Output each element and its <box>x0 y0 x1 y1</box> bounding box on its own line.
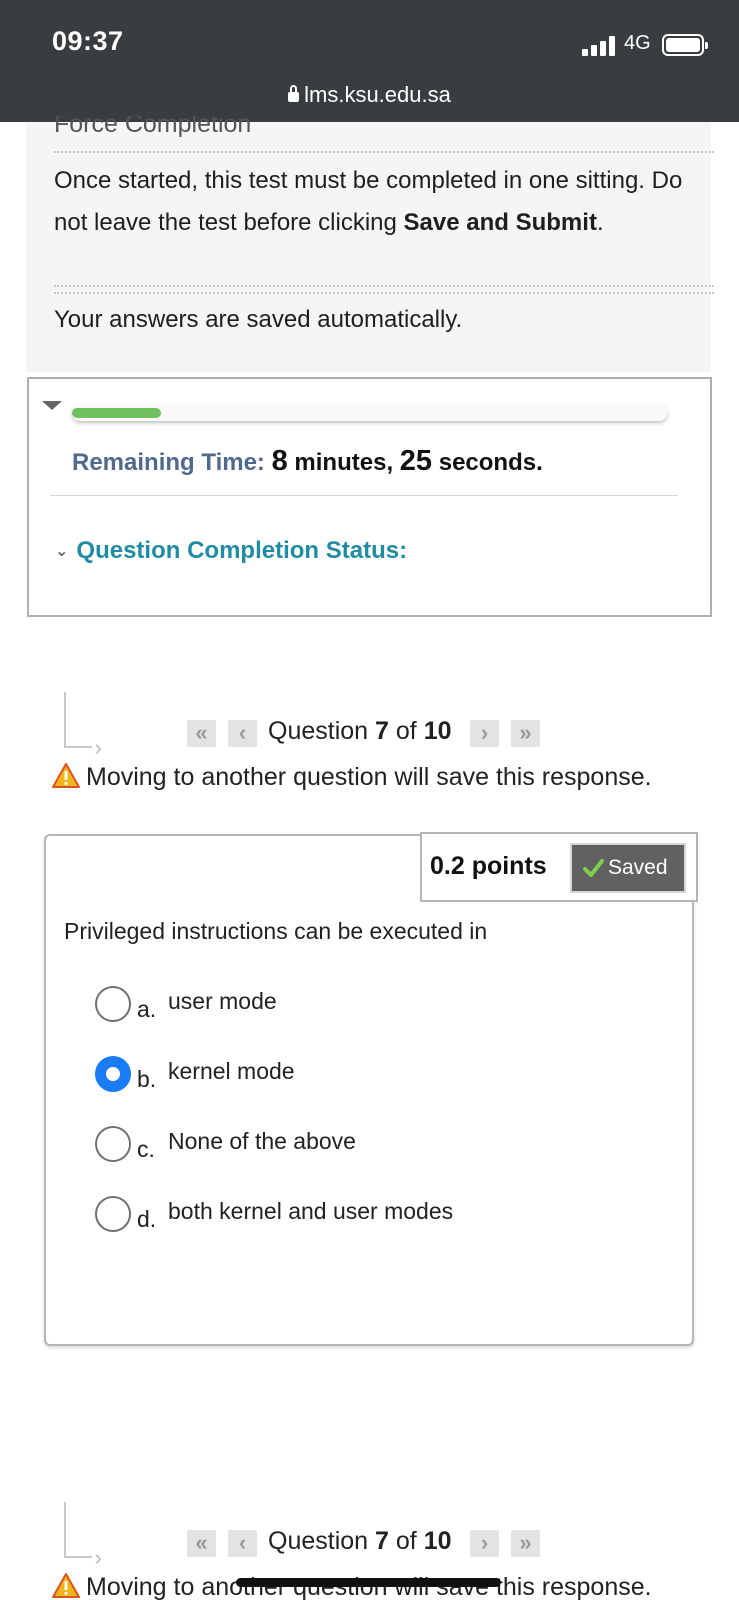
home-indicator[interactable] <box>236 1578 501 1587</box>
corner-arrow-icon <box>64 692 102 761</box>
time-progress-bar <box>72 405 667 421</box>
auto-save-note: Your answers are saved automatically. <box>54 306 463 333</box>
clock: 09:37 <box>52 26 124 56</box>
option-label[interactable]: both kernel and user modes <box>168 1198 453 1225</box>
option-letter: b. <box>137 1066 157 1092</box>
option-letter: a. <box>137 996 157 1022</box>
collapse-triangle-icon[interactable] <box>42 401 62 410</box>
next-question-button[interactable]: › <box>470 1530 499 1557</box>
status-bar: 09:37 4G lms.ksu.edu.sa <box>0 0 739 122</box>
answer-option-b[interactable]: b. kernel mode <box>95 1056 595 1096</box>
url-text: lms.ksu.edu.sa <box>304 82 451 107</box>
option-label[interactable]: user mode <box>168 988 277 1015</box>
time-progress-fill <box>72 408 162 418</box>
first-question-button[interactable]: « <box>187 720 216 747</box>
instructions-panel: Force Completion Once started, this test… <box>26 116 714 372</box>
previous-question-button[interactable]: ‹ <box>228 1530 257 1557</box>
question-nav-top: « ‹ Question 7 of 10 › » <box>0 692 739 761</box>
question-counter: Question 7 of 10 <box>268 1527 452 1555</box>
option-label[interactable]: kernel mode <box>168 1058 295 1085</box>
divider <box>54 292 714 294</box>
corner-arrow-icon <box>64 1502 102 1571</box>
warning-icon <box>52 763 80 788</box>
last-question-button[interactable]: » <box>511 720 540 747</box>
saved-badge: Saved <box>570 843 686 893</box>
last-question-button[interactable]: » <box>511 1530 540 1557</box>
radio-button[interactable] <box>95 986 131 1022</box>
option-letter: c. <box>137 1136 155 1162</box>
answer-option-d[interactable]: d. both kernel and user modes <box>95 1196 595 1236</box>
question-nav-bottom: « ‹ Question 7 of 10 › » <box>0 1502 739 1571</box>
next-question-button[interactable]: › <box>470 720 499 747</box>
radio-button[interactable] <box>95 1056 131 1092</box>
save-warning: Moving to another question will save thi… <box>52 760 652 792</box>
instructions-text: Once started, this test must be complete… <box>54 167 683 236</box>
question-completion-status-toggle[interactable]: ⌄ Question Completion Status: <box>55 537 407 565</box>
radio-button[interactable] <box>95 1126 131 1162</box>
double-chevron-down-icon: ⌄ <box>55 543 69 560</box>
timer-box: Remaining Time: 8 minutes, 25 seconds. ⌄… <box>27 377 712 617</box>
lock-icon <box>288 85 300 102</box>
divider <box>54 151 714 153</box>
divider <box>54 285 714 287</box>
warning-icon <box>52 1573 80 1598</box>
signal-icon <box>582 36 618 56</box>
question-counter: Question 7 of 10 <box>268 717 452 745</box>
radio-button[interactable] <box>95 1196 131 1232</box>
remaining-time: Remaining Time: 8 minutes, 25 seconds. <box>72 445 543 477</box>
check-icon <box>583 859 604 877</box>
battery-icon <box>662 34 708 56</box>
question-text: Privileged instructions can be executed … <box>64 918 488 944</box>
option-letter: d. <box>137 1206 157 1232</box>
option-label[interactable]: None of the above <box>168 1128 356 1155</box>
points-value: 0.2 points <box>430 852 547 880</box>
previous-question-button[interactable]: ‹ <box>228 720 257 747</box>
answer-option-a[interactable]: a. user mode <box>95 986 595 1026</box>
instructions-title: Force Completion <box>54 116 252 138</box>
address-bar[interactable]: lms.ksu.edu.sa <box>0 82 739 108</box>
network-type: 4G <box>624 32 651 54</box>
points-box: 0.2 points Saved <box>420 832 698 902</box>
first-question-button[interactable]: « <box>187 1530 216 1557</box>
answer-option-c[interactable]: c. None of the above <box>95 1126 595 1166</box>
divider <box>50 495 678 496</box>
